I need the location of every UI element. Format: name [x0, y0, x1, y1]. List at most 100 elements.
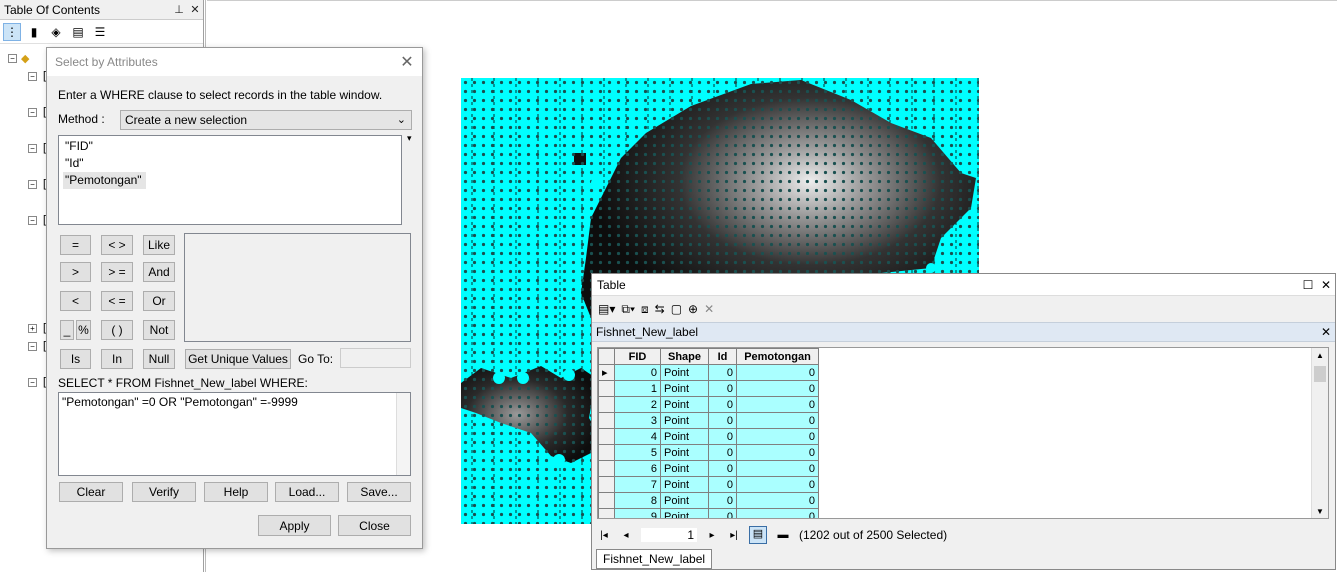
attribute-table-grid[interactable]: FID Shape Id Pemotongan ▸ 0 Point 0 0 1 Point…	[597, 347, 1329, 519]
related-tables-icon[interactable]: ⧉▾	[621, 302, 635, 317]
table-options-icon[interactable]: ▤▾	[598, 302, 615, 316]
get-unique-values-button[interactable]: Get Unique Values	[185, 349, 291, 369]
next-record-icon[interactable]: ▸	[705, 530, 719, 541]
where-clause-textbox[interactable]: "Pemotongan" =0 OR "Pemotongan" =-9999	[58, 392, 411, 476]
delete-selected-icon[interactable]: ✕	[704, 302, 714, 316]
textbox-scrollbar[interactable]	[396, 393, 410, 475]
zoom-to-selected-icon[interactable]: ⊕	[688, 302, 698, 316]
list-by-selection-icon[interactable]: ▤	[69, 23, 87, 41]
clear-button[interactable]: Clear	[59, 482, 123, 502]
list-by-drawing-order-icon[interactable]: ⋮	[3, 22, 21, 41]
row-selector[interactable]	[598, 460, 615, 477]
table-row[interactable]: 4 Point 0 0	[598, 428, 819, 445]
operator-less-equal-button[interactable]: < =	[101, 291, 133, 311]
operator-greater-equal-button[interactable]: > =	[101, 262, 133, 282]
toc-layer-row[interactable]: −[	[28, 214, 46, 226]
table-row[interactable]: 7 Point 0 0	[598, 476, 819, 493]
verify-button[interactable]: Verify	[132, 482, 196, 502]
toc-layer-row[interactable]: −[	[28, 340, 46, 352]
list-arrow-icon[interactable]: ▾	[407, 133, 412, 144]
row-selector[interactable]	[598, 380, 615, 397]
close-icon[interactable]: ✕	[392, 52, 422, 72]
row-selector[interactable]	[598, 476, 615, 493]
toc-layer-row[interactable]: −[	[28, 70, 46, 82]
operator-like-button[interactable]: Like	[143, 235, 175, 255]
table-row[interactable]: 1 Point 0 0	[598, 380, 819, 397]
row-selector[interactable]: ▸	[598, 364, 615, 381]
toc-layer-row[interactable]: +[	[28, 322, 46, 334]
table-title-bar[interactable]: Table ☐ ✕	[592, 274, 1335, 296]
scroll-up-icon[interactable]: ▲	[1312, 351, 1328, 360]
pin-icon[interactable]: ⊥	[171, 3, 187, 16]
load-button[interactable]: Load...	[275, 482, 339, 502]
table-tab[interactable]: Fishnet_New_label	[596, 549, 713, 569]
table-row[interactable]: ▸ 0 Point 0 0	[598, 364, 819, 381]
table-row[interactable]: 8 Point 0 0	[598, 492, 819, 509]
collapse-icon[interactable]: −	[28, 143, 37, 153]
row-selector[interactable]	[598, 508, 615, 518]
operator-underscore-button[interactable]: _	[60, 320, 74, 340]
goto-input[interactable]	[340, 348, 411, 368]
expand-icon[interactable]: +	[28, 323, 37, 333]
operator-percent-button[interactable]: %	[76, 320, 91, 340]
fields-list[interactable]: "FID" "Id" "Pemotongan"	[58, 135, 402, 225]
toc-layer-row[interactable]: −[	[28, 178, 46, 190]
collapse-icon[interactable]: −	[28, 377, 37, 387]
table-row[interactable]: 2 Point 0 0	[598, 396, 819, 413]
collapse-icon[interactable]: −	[28, 107, 37, 117]
operator-null-button[interactable]: Null	[143, 349, 175, 369]
operator-not-button[interactable]: Not	[143, 320, 175, 340]
row-selector[interactable]	[598, 396, 615, 413]
operator-and-button[interactable]: And	[143, 262, 175, 282]
row-selector[interactable]	[598, 412, 615, 429]
operator-is-button[interactable]: Is	[60, 349, 91, 369]
toc-layer-row[interactable]: −[	[28, 376, 46, 388]
method-dropdown[interactable]: Create a new selection ⌄	[120, 110, 412, 130]
close-button[interactable]: Close	[338, 515, 411, 536]
scroll-thumb[interactable]	[1314, 366, 1326, 382]
show-selected-records-icon[interactable]: ▬	[775, 529, 791, 541]
collapse-icon[interactable]: −	[28, 215, 37, 225]
operator-or-button[interactable]: Or	[143, 291, 175, 311]
first-record-icon[interactable]: |◂	[597, 530, 611, 541]
table-row[interactable]: 3 Point 0 0	[598, 412, 819, 429]
close-icon[interactable]: ✕	[1317, 278, 1335, 292]
column-header-fid[interactable]: FID	[614, 348, 661, 365]
field-item[interactable]: "Id"	[59, 155, 401, 172]
select-by-attributes-icon[interactable]: ⧈	[641, 302, 649, 317]
collapse-icon[interactable]: −	[28, 71, 37, 81]
unique-values-list[interactable]	[184, 233, 411, 342]
apply-button[interactable]: Apply	[258, 515, 331, 536]
operator-parentheses-button[interactable]: ( )	[101, 320, 133, 340]
operator-greater-button[interactable]: >	[60, 262, 91, 282]
previous-record-icon[interactable]: ◂	[619, 530, 633, 541]
clear-selection-icon[interactable]: ▢	[671, 302, 682, 316]
scroll-down-icon[interactable]: ▼	[1312, 507, 1328, 516]
table-row[interactable]: 5 Point 0 0	[598, 444, 819, 461]
operator-equals-button[interactable]: =	[60, 235, 91, 255]
table-row[interactable]: 9 Point 0 0	[598, 508, 819, 518]
dialog-title-bar[interactable]: Select by Attributes ✕	[47, 48, 422, 76]
operator-less-button[interactable]: <	[60, 291, 91, 311]
collapse-icon[interactable]: −	[28, 341, 37, 351]
row-selector[interactable]	[598, 444, 615, 461]
collapse-icon[interactable]: −	[28, 179, 37, 189]
list-by-visibility-icon[interactable]: ◈	[47, 23, 65, 41]
close-icon[interactable]: ✕	[1317, 325, 1335, 339]
operator-in-button[interactable]: In	[101, 349, 133, 369]
options-icon[interactable]: ☰	[91, 23, 109, 41]
column-header-shape[interactable]: Shape	[660, 348, 709, 365]
collapse-icon[interactable]: −	[8, 54, 17, 63]
row-selector[interactable]	[598, 428, 615, 445]
operator-not-equal-button[interactable]: < >	[101, 235, 133, 255]
help-button[interactable]: Help	[204, 482, 268, 502]
toc-layer-row[interactable]: −[	[28, 142, 46, 154]
current-record-input[interactable]: 1	[641, 528, 697, 542]
maximize-icon[interactable]: ☐	[1299, 278, 1317, 292]
field-item[interactable]: "Pemotongan"	[63, 172, 146, 189]
switch-selection-icon[interactable]: ⇆	[655, 302, 665, 316]
save-button[interactable]: Save...	[347, 482, 411, 502]
show-all-records-icon[interactable]: ▤	[749, 526, 767, 544]
table-row[interactable]: 6 Point 0 0	[598, 460, 819, 477]
field-item[interactable]: "FID"	[59, 138, 401, 155]
